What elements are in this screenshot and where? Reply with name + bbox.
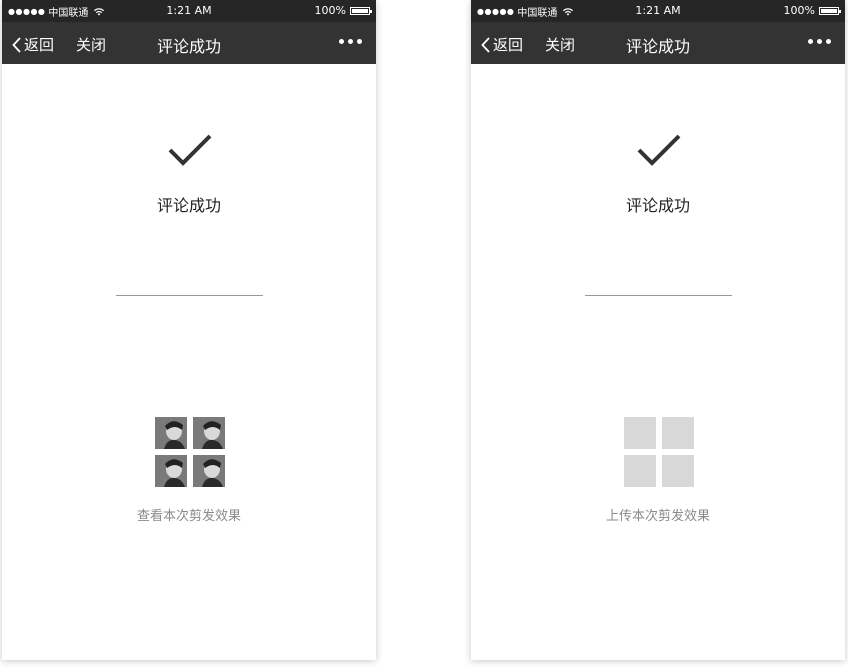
upload-result-link[interactable]: 上传本次剪发效果 <box>471 505 845 524</box>
status-bar: ●●●●● 中国联通 1:21 AM 100% <box>2 0 376 22</box>
phone-screen-view-result: ●●●●● 中国联通 1:21 AM 100% 返回 关闭 评论成功 评论成功 … <box>2 0 376 660</box>
placeholder-tile <box>662 455 694 487</box>
more-dot-icon <box>826 39 831 44</box>
more-dot-icon <box>808 39 813 44</box>
placeholder-tile <box>662 417 694 449</box>
divider <box>116 295 263 296</box>
portrait-icon <box>155 417 187 449</box>
status-bar: ●●●●● 中国联通 1:21 AM 100% <box>471 0 845 22</box>
more-menu-button[interactable] <box>808 39 831 44</box>
battery-indicator: 100% <box>783 4 841 17</box>
photo-thumbnail <box>193 455 225 487</box>
portrait-icon <box>193 455 225 487</box>
navigation-bar: 返回 关闭 评论成功 <box>471 22 845 64</box>
more-dot-icon <box>357 39 362 44</box>
page-title: 评论成功 <box>625 37 690 56</box>
more-menu-button[interactable] <box>339 39 362 44</box>
upload-grid-placeholder-icon[interactable] <box>624 417 694 487</box>
battery-level-fill <box>821 8 837 13</box>
battery-icon <box>350 6 372 15</box>
phone-screen-upload-result: ●●●●● 中国联通 1:21 AM 100% 返回 关闭 评论成功 评论成功 … <box>471 0 845 660</box>
navigation-bar: 返回 关闭 评论成功 <box>2 22 376 64</box>
portrait-icon <box>155 455 187 487</box>
page-title: 评论成功 <box>156 37 221 56</box>
photo-grid-icon[interactable] <box>155 417 225 487</box>
placeholder-tile <box>624 417 656 449</box>
photo-thumbnail <box>155 455 187 487</box>
checkmark-icon <box>637 134 681 166</box>
success-message: 评论成功 <box>156 196 221 215</box>
checkmark-icon <box>168 134 212 166</box>
view-result-link[interactable]: 查看本次剪发效果 <box>2 505 376 524</box>
battery-indicator: 100% <box>314 4 372 17</box>
placeholder-tile <box>624 455 656 487</box>
battery-percent: 100% <box>783 4 815 17</box>
divider <box>585 295 732 296</box>
more-dot-icon <box>339 39 344 44</box>
battery-level-fill <box>352 8 368 13</box>
photo-thumbnail <box>193 417 225 449</box>
battery-icon <box>819 6 841 15</box>
more-dot-icon <box>817 39 822 44</box>
battery-percent: 100% <box>314 4 346 17</box>
portrait-icon <box>193 417 225 449</box>
success-message: 评论成功 <box>625 196 690 215</box>
photo-thumbnail <box>155 417 187 449</box>
more-dot-icon <box>348 39 353 44</box>
